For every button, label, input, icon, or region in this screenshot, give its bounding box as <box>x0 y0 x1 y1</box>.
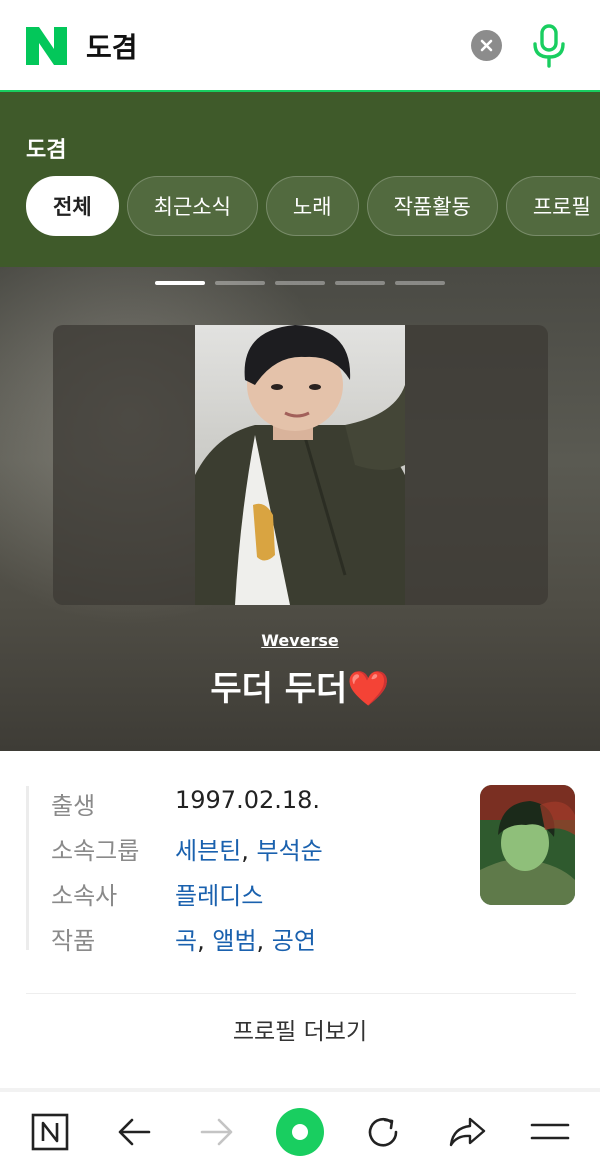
tab-songs[interactable]: 노래 <box>265 176 359 236</box>
forward-arrow-icon[interactable] <box>195 1110 239 1154</box>
separator: , <box>197 927 213 955</box>
profile-photo-illustration <box>480 785 575 905</box>
naver-logo-icon[interactable] <box>26 27 67 65</box>
hero-photo <box>195 325 405 605</box>
works-link-performances[interactable]: 공연 <box>272 927 316 955</box>
entity-title: 도겸 <box>26 138 67 163</box>
refresh-icon[interactable] <box>361 1110 405 1154</box>
group-link-seventeen[interactable]: 세븐틴 <box>175 837 241 865</box>
carousel-dot[interactable] <box>275 281 325 285</box>
works-label: 작품 <box>51 927 96 955</box>
hero-caption: 두더 두더❤️ <box>210 669 390 709</box>
profile-thumbnail[interactable] <box>480 785 575 905</box>
works-value: 곡, 앨범, 공연 <box>175 921 316 956</box>
person-photo-illustration <box>195 325 405 605</box>
works-link-albums[interactable]: 앨범 <box>212 927 256 955</box>
separator: , <box>241 837 257 865</box>
close-icon <box>480 39 493 52</box>
search-bar: 도겸 <box>0 0 600 92</box>
group-value: 세븐틴, 부석순 <box>175 831 323 866</box>
birth-label: 출생 <box>51 792 96 820</box>
divider <box>26 993 576 994</box>
works-link-songs[interactable]: 곡 <box>175 927 197 955</box>
menu-icon[interactable] <box>528 1110 572 1154</box>
group-label: 소속그룹 <box>51 837 140 865</box>
agency-value: 플레디스 <box>175 876 263 911</box>
tab-all[interactable]: 전체 <box>26 176 119 236</box>
hero-source-link[interactable]: Weverse <box>0 631 600 650</box>
clear-search-button[interactable] <box>471 30 502 61</box>
hero-image-card[interactable] <box>53 325 548 605</box>
agency-link[interactable]: 플레디스 <box>175 882 263 910</box>
back-arrow-icon[interactable] <box>112 1110 156 1154</box>
carousel-dot[interactable] <box>335 281 385 285</box>
tab-bar: 전체 최근소식 노래 작품활동 프로필 <box>26 176 600 236</box>
hero-carousel[interactable]: Weverse 두더 두더❤️ <box>0 267 600 751</box>
group-link-bss[interactable]: 부석순 <box>257 837 323 865</box>
green-dot-icon[interactable] <box>275 1107 325 1157</box>
bottom-toolbar <box>0 1092 600 1173</box>
birth-value: 1997.02.18. <box>175 786 321 814</box>
microphone-icon[interactable] <box>530 24 568 68</box>
entity-header: 도겸 전체 최근소식 노래 작품활동 프로필 <box>0 92 600 267</box>
tab-recent-news[interactable]: 최근소식 <box>126 176 258 236</box>
naver-home-icon[interactable] <box>28 1110 72 1154</box>
carousel-dot[interactable] <box>215 281 265 285</box>
tab-profile[interactable]: 프로필 <box>505 176 600 236</box>
tab-works[interactable]: 작품활동 <box>366 176 498 236</box>
search-query[interactable]: 도겸 <box>86 26 138 66</box>
agency-label: 소속사 <box>51 882 118 910</box>
carousel-dot[interactable] <box>395 281 445 285</box>
carousel-indicator <box>155 281 445 285</box>
carousel-dot[interactable] <box>155 281 205 285</box>
share-icon[interactable] <box>445 1110 489 1154</box>
separator: , <box>256 927 272 955</box>
profile-more-button[interactable]: 프로필 더보기 <box>0 1012 600 1046</box>
